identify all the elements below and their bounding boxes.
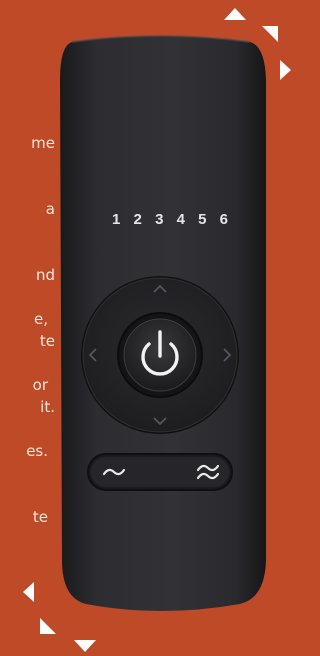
preset-2[interactable]: 2 xyxy=(134,211,142,228)
preset-5[interactable]: 5 xyxy=(198,211,206,228)
preset-6[interactable]: 6 xyxy=(220,211,228,228)
preset-3[interactable]: 3 xyxy=(155,211,163,228)
preset-numbers: 1 2 3 4 5 6 xyxy=(112,208,228,230)
preset-4[interactable]: 4 xyxy=(177,211,185,228)
remote-control xyxy=(60,35,266,611)
preset-1[interactable]: 1 xyxy=(112,211,120,228)
